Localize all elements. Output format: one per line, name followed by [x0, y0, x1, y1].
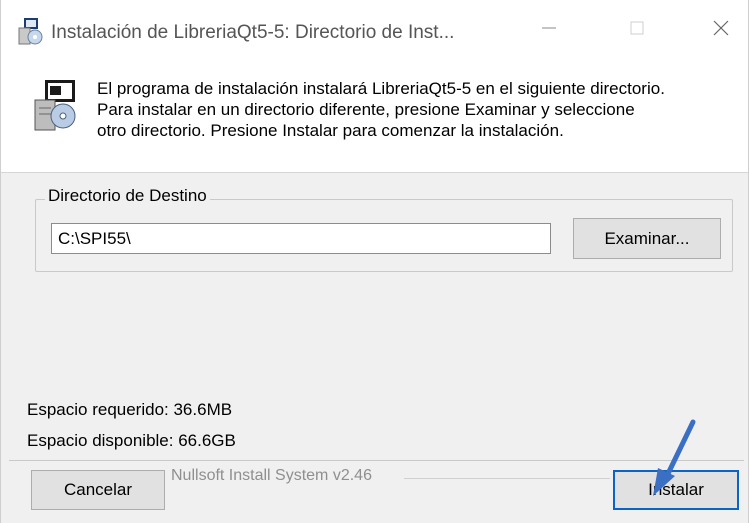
maximize-button[interactable] — [614, 12, 660, 48]
minimize-button[interactable] — [526, 12, 572, 48]
destination-group-label: Directorio de Destino — [45, 186, 210, 206]
branding-divider — [404, 478, 610, 479]
browse-button[interactable]: Examinar... — [573, 218, 721, 259]
minimize-icon — [541, 20, 557, 41]
footer-separator — [9, 460, 744, 461]
space-required-text: Espacio requerido: 36.6MB — [27, 400, 233, 419]
close-button[interactable] — [698, 12, 744, 48]
cancel-button[interactable]: Cancelar — [31, 470, 165, 510]
title-bar: Instalación de LibreriaQt5-5: Directorio… — [1, 0, 748, 60]
nsis-branding: Nullsoft Install System v2.46 — [171, 467, 372, 484]
close-icon — [712, 19, 730, 42]
intro-description: El programa de instalación instalará Lib… — [97, 79, 665, 140]
setup-package-icon — [31, 78, 81, 132]
installer-icon — [15, 16, 45, 46]
installer-window: Instalación de LibreriaQt5-5: Directorio… — [0, 0, 749, 523]
maximize-icon — [629, 20, 645, 41]
destination-path-input[interactable] — [51, 223, 551, 254]
install-button[interactable]: Instalar — [613, 470, 739, 510]
header-panel: El programa de instalación instalará Lib… — [1, 60, 748, 173]
window-title: Instalación de LibreriaQt5-5: Directorio… — [51, 22, 455, 43]
space-available-text: Espacio disponible: 66.6GB — [27, 431, 236, 450]
